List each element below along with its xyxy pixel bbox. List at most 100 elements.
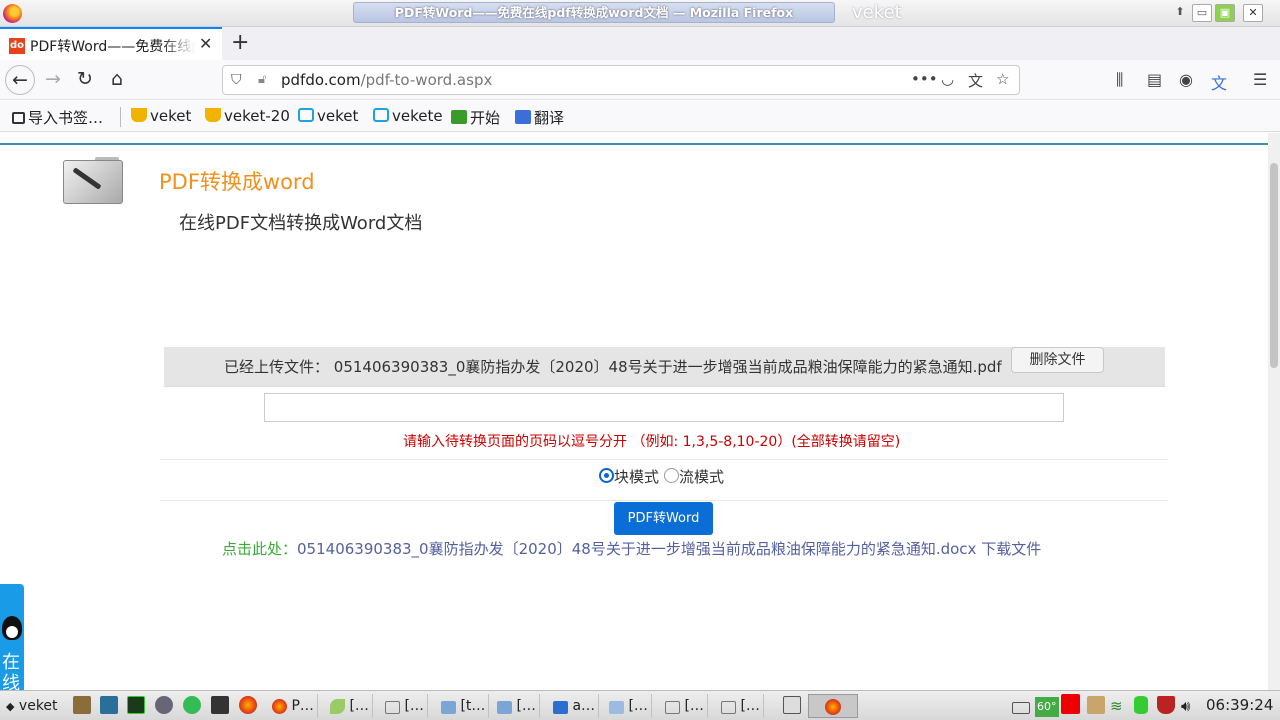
launcher-tools[interactable] xyxy=(73,694,91,718)
import-icon xyxy=(12,112,25,124)
security-tray[interactable] xyxy=(1157,694,1175,718)
new-tab-button[interactable]: + xyxy=(231,30,249,55)
bookmarks-separator xyxy=(120,107,121,127)
qq-online-widget[interactable]: 在线 xyxy=(0,584,24,694)
wifi-icon: ≋ xyxy=(1110,697,1123,715)
taskbar-window-2[interactable]: [… xyxy=(330,694,373,718)
url-text[interactable]: pdfdo.com/pdf-to-word.aspx xyxy=(281,71,492,89)
convert-to-word-button[interactable]: PDF转Word xyxy=(614,502,713,535)
pdfdo-favicon-icon: do xyxy=(9,38,25,54)
window-icon xyxy=(385,701,400,714)
window-title: PDF转Word——免费在线pdf转换成word文档 — Mozilla Fir… xyxy=(353,2,835,23)
back-button[interactable]: ← xyxy=(5,65,35,95)
bookmark-vekete[interactable]: vekete xyxy=(373,107,443,125)
launcher-settings[interactable] xyxy=(155,694,173,718)
taskbar-window-3[interactable]: [… xyxy=(385,694,428,718)
page-scrollbar[interactable] xyxy=(1268,133,1280,690)
scrollbar-thumb[interactable] xyxy=(1270,163,1278,368)
insecure-lock-icon[interactable]: 🔓︎ xyxy=(258,72,266,87)
divider xyxy=(160,500,1168,501)
arrow-up-icon[interactable]: ⬆ xyxy=(1170,4,1190,22)
folder-pen-logo-icon xyxy=(63,157,123,206)
minimize-button[interactable]: ▭ xyxy=(1192,4,1212,22)
translate-extension-icon[interactable]: 文 xyxy=(1211,70,1227,94)
settings-icon xyxy=(155,696,173,714)
folder-blue-icon xyxy=(553,701,568,714)
taskbar-window-4[interactable]: [t… xyxy=(441,694,490,718)
library-icon[interactable]: ⫼ xyxy=(1116,70,1123,90)
bookmark-start[interactable]: 开始 xyxy=(451,107,500,128)
firefox-icon xyxy=(825,699,841,715)
tab-bar: do PDF转Word——免费在线pdf转换成word文档 ✕ + xyxy=(0,27,1280,60)
clock: 06:39:24 xyxy=(1206,696,1274,714)
page-subheading: 在线PDF文档转换成Word文档 xyxy=(179,213,423,234)
block-mode-radio[interactable] xyxy=(599,468,614,483)
taskbar-window-5[interactable]: [… xyxy=(497,694,540,718)
tab-pdf-to-word[interactable]: do PDF转Word——免费在线pdf转换成word文档 ✕ xyxy=(0,27,222,60)
red-square-icon xyxy=(1061,694,1080,714)
taskbar-active-firefox[interactable] xyxy=(808,694,858,718)
taskbar-window-9[interactable]: [… xyxy=(721,694,764,718)
download-filename-link[interactable]: 051406390383_0襄防指办发〔2020〕48号关于进一步增强当前成品粮… xyxy=(297,540,976,558)
page-range-input[interactable] xyxy=(264,393,1064,422)
trophy-icon xyxy=(131,108,147,122)
qq-penguin-icon xyxy=(2,616,22,640)
clipboard-icon xyxy=(1087,696,1105,714)
download-link[interactable]: 下载文件 xyxy=(981,540,1041,558)
reload-button[interactable]: ↻ xyxy=(70,65,100,95)
download-line: 点击此处：051406390383_0襄防指办发〔2020〕48号关于进一步增强… xyxy=(222,538,1041,559)
keyboard-tray[interactable] xyxy=(1012,694,1030,718)
flow-mode-radio[interactable] xyxy=(664,468,680,483)
launcher-terminal[interactable] xyxy=(211,694,229,718)
taskbar-window-8[interactable]: [… xyxy=(665,694,708,718)
navigation-toolbar: ← → ↻ ⌂ ⛉ 🔓︎ pdfdo.com/pdf-to-word.aspx … xyxy=(0,60,1280,100)
volume-tray[interactable]: 🔊︎ xyxy=(1181,694,1190,718)
start-menu-button[interactable]: ◆ veket xyxy=(6,694,58,718)
start-arrow-icon: ◆ xyxy=(6,700,15,713)
url-bar[interactable]: ⛉ 🔓︎ pdfdo.com/pdf-to-word.aspx ••• ◡ 文 … xyxy=(222,65,1020,95)
download-prefix: 点击此处： xyxy=(222,540,298,558)
tab-close-icon[interactable]: ✕ xyxy=(199,34,212,53)
account-icon[interactable]: ◉ xyxy=(1179,70,1193,89)
bookmark-veket-tv[interactable]: veket xyxy=(298,107,358,125)
show-desktop-button[interactable] xyxy=(783,694,801,718)
launcher-play[interactable] xyxy=(183,694,201,718)
bookmark-star-icon[interactable]: ☆ xyxy=(996,70,1009,88)
bookmark-veket[interactable]: veket xyxy=(131,107,191,125)
tab-title: PDF转Word——免费在线pdf转换成word文档 xyxy=(30,39,195,55)
desktop-switch-icon xyxy=(783,696,801,714)
bookmark-veket-20[interactable]: veket-20 xyxy=(205,107,290,125)
maximize-button[interactable]: ▣ xyxy=(1215,4,1235,22)
conversion-mode-group: 块模式 流模式 xyxy=(599,466,724,487)
clipboard-tray[interactable] xyxy=(1087,694,1105,718)
page-actions-button[interactable]: ••• xyxy=(911,70,938,88)
sidebar-icon[interactable]: ▤ xyxy=(1147,70,1162,89)
translate-page-icon[interactable]: 文 xyxy=(968,70,983,91)
block-mode-label[interactable]: 块模式 xyxy=(614,468,659,486)
forward-button[interactable]: → xyxy=(38,65,68,95)
launcher-desktop[interactable] xyxy=(100,694,118,718)
launcher-monitor[interactable] xyxy=(127,694,145,718)
taskbar-window-firefox[interactable]: P… xyxy=(272,694,318,718)
disk-tray[interactable] xyxy=(1134,694,1148,718)
close-window-button[interactable]: ✕ xyxy=(1243,4,1263,22)
launcher-firefox[interactable] xyxy=(239,694,257,718)
firefox-logo-icon xyxy=(3,4,22,23)
delete-file-button[interactable]: 删除文件 xyxy=(1011,347,1104,373)
folder-icon xyxy=(497,701,512,714)
translate-icon xyxy=(515,110,531,124)
taskbar: ◆ veket P… [… [… [t… [… a… [… [… [… 60° … xyxy=(0,690,1280,720)
pocket-icon[interactable]: ◡ xyxy=(941,70,954,88)
taskbar-window-6[interactable]: a… xyxy=(553,694,600,718)
bookmark-import[interactable]: 导入书签… xyxy=(12,107,103,128)
flow-mode-label[interactable]: 流模式 xyxy=(679,468,724,486)
tv-icon xyxy=(373,108,389,122)
leaf-icon xyxy=(330,699,345,714)
red-indicator-tray[interactable] xyxy=(1061,694,1080,718)
tracking-shield-icon[interactable]: ⛉ xyxy=(231,72,242,88)
wifi-tray[interactable]: ≋ xyxy=(1110,694,1123,718)
menu-icon[interactable]: ☰ xyxy=(1253,70,1267,89)
taskbar-window-7[interactable]: [… xyxy=(609,694,652,718)
home-button[interactable]: ⌂ xyxy=(102,65,132,95)
bookmark-translate[interactable]: 翻译 xyxy=(515,107,564,128)
